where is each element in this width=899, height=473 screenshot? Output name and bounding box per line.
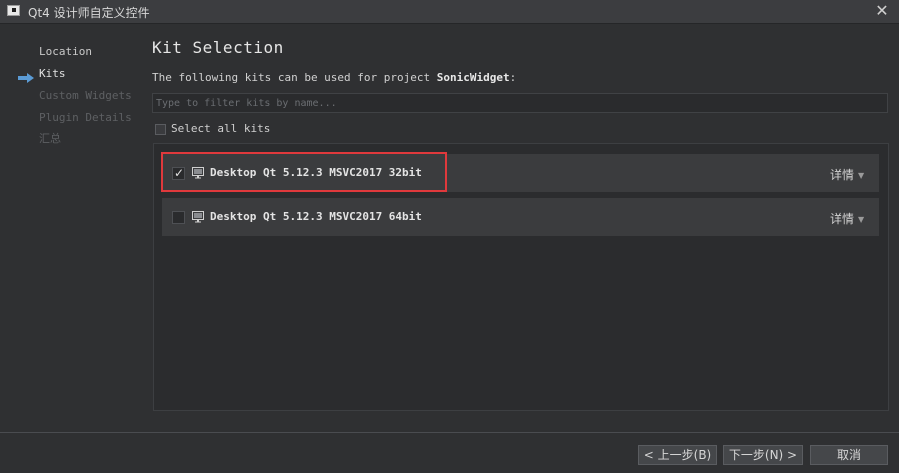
check-icon: ✓ (174, 166, 185, 180)
monitor-icon (192, 211, 204, 223)
step-plugin-details: Plugin Details (39, 111, 132, 124)
kits-description: The following kits can be used for proje… (152, 71, 516, 84)
chevron-down-icon: ▼ (858, 171, 865, 180)
monitor-icon (192, 167, 204, 179)
kit-name: Desktop Qt 5.12.3 MSVC2017 32bit (210, 166, 422, 179)
details-label: 详情 (830, 168, 855, 182)
select-all-label: Select all kits (171, 122, 271, 135)
description-prefix: The following kits can be used for proje… (152, 71, 437, 84)
app-icon (7, 5, 20, 16)
kit-name: Desktop Qt 5.12.3 MSVC2017 64bit (210, 210, 422, 223)
chevron-down-icon: ▼ (858, 215, 865, 224)
next-button[interactable]: 下一步(N) > (723, 445, 803, 465)
step-custom-widgets: Custom Widgets (39, 89, 132, 102)
step-location: Location (39, 45, 92, 58)
kit-row[interactable]: Desktop Qt 5.12.3 MSVC2017 64bit 详情 ▼ (162, 198, 879, 236)
description-suffix: : (509, 71, 517, 84)
details-label: 详情 (830, 212, 855, 226)
kit-row[interactable]: ✓ Desktop Qt 5.12.3 MSVC2017 32bit 详情 ▼ (162, 154, 879, 192)
window-title: Qt4 设计师自定义控件 (28, 6, 150, 20)
current-step-arrow-icon (18, 73, 34, 83)
step-kits: Kits (39, 67, 66, 80)
kit-details-dropdown[interactable]: 详情 ▼ (830, 166, 864, 183)
cancel-button[interactable]: 取消 (810, 445, 888, 465)
project-name: SonicWidget (436, 71, 510, 84)
kit-checkbox[interactable] (172, 211, 185, 224)
close-button[interactable]: ✕ (872, 2, 892, 20)
footer-divider (0, 432, 899, 433)
kit-filter-input[interactable] (152, 93, 888, 113)
back-button[interactable]: < 上一步(B) (638, 445, 717, 465)
kit-checkbox[interactable]: ✓ (172, 166, 185, 180)
step-summary: 汇总 (39, 132, 61, 145)
kit-details-dropdown[interactable]: 详情 ▼ (830, 210, 864, 227)
wizard-steps-sidebar: Location Kits Custom Widgets Plugin Deta… (0, 24, 140, 432)
page-title: Kit Selection (152, 38, 284, 57)
select-all-checkbox[interactable] (155, 124, 166, 135)
title-bar: Qt4 设计师自定义控件 ✕ (0, 0, 899, 24)
